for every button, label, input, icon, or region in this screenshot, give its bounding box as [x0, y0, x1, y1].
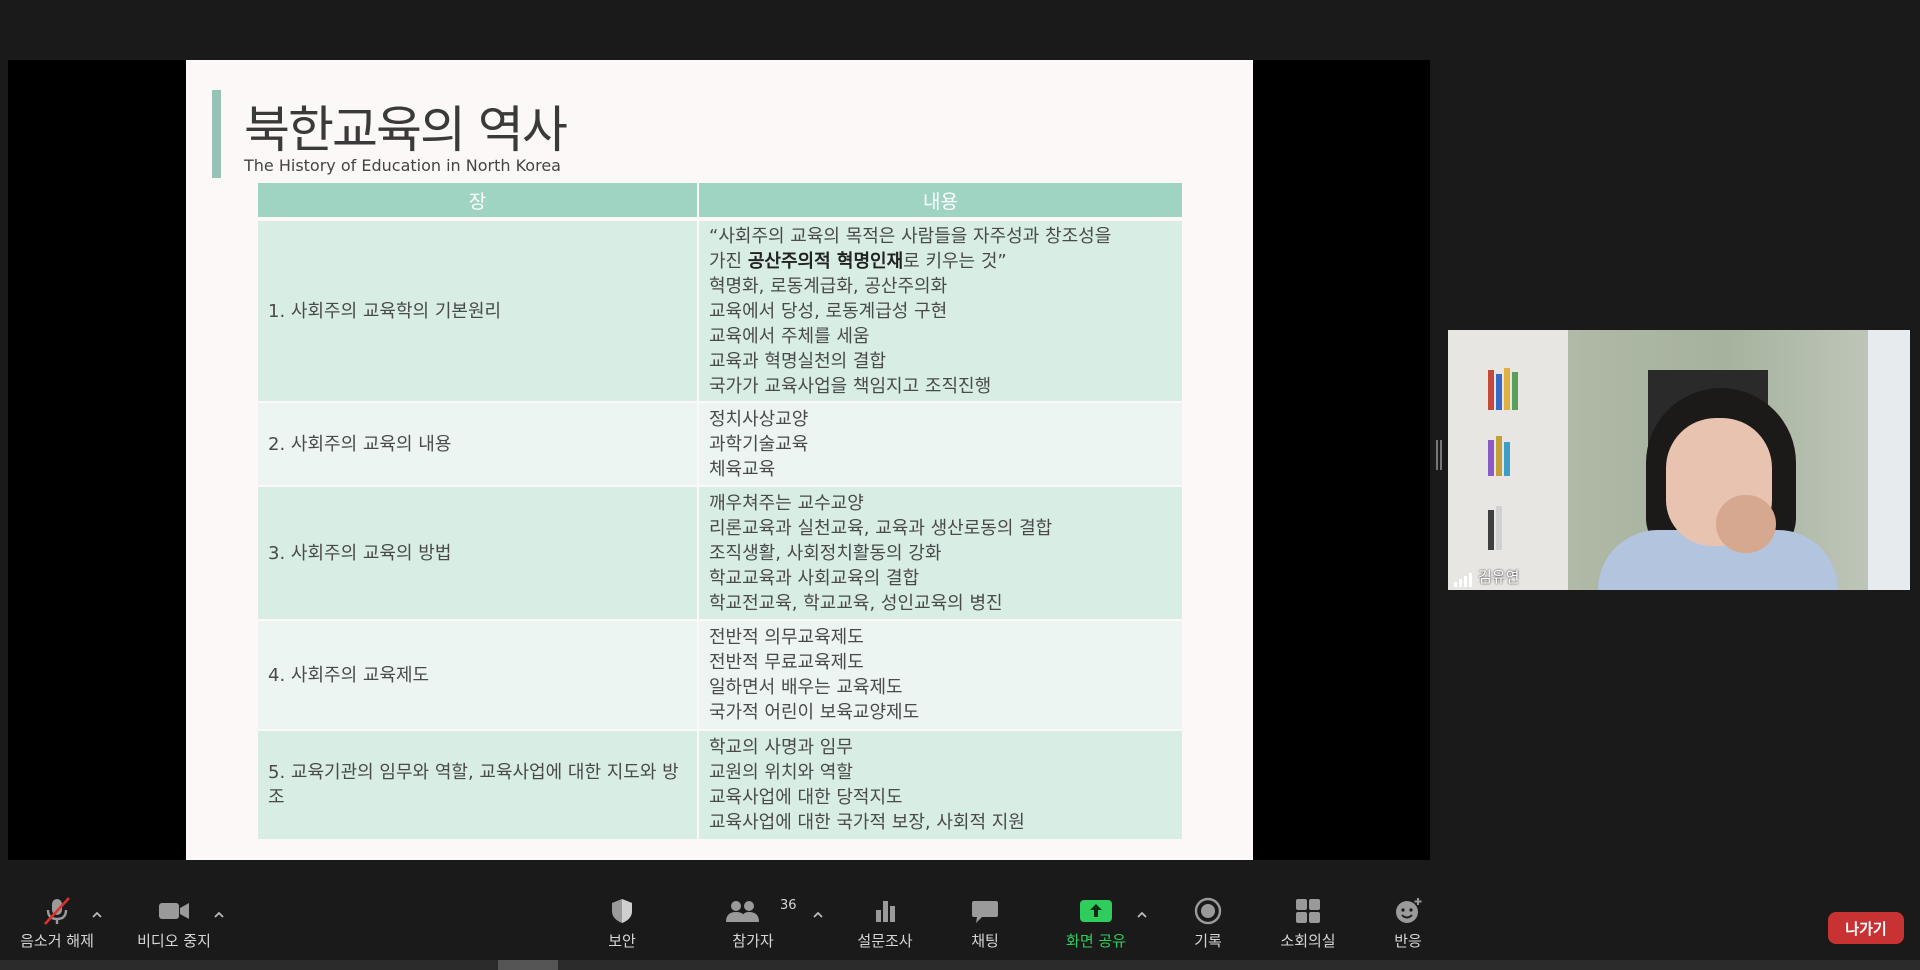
share-screen-icon: [1079, 896, 1113, 926]
participant-name: 김유연: [1478, 568, 1520, 586]
content-line: 국가가 교육사업을 책임지고 조직진행: [709, 375, 992, 397]
content-line: 정치사상교양: [709, 408, 809, 430]
participants-button[interactable]: 36 참가자: [703, 896, 803, 951]
chat-button[interactable]: 채팅: [935, 896, 1035, 951]
content-line: “사회주의 교육의 목적은 사람들을 자주성과 창조성을: [709, 225, 1112, 247]
reactions-label: 반응: [1394, 932, 1422, 950]
participants-options-caret-icon[interactable]: [811, 908, 825, 922]
zoom-meeting-window: 북한교육의 역사 The History of Education in Nor…: [0, 0, 1920, 970]
video-window: [1868, 330, 1910, 590]
video-bookshelf: [1448, 330, 1568, 590]
contents-cell: 깨우쳐주는 교수교양 리론교육과 실천교육, 교육과 생산로동의 결합 조직생활…: [699, 487, 1182, 621]
slide-title: 북한교육의 역사: [244, 101, 568, 159]
header-contents: 내용: [699, 183, 1182, 221]
record-button[interactable]: 기록: [1158, 896, 1258, 951]
bar-chart-icon: [870, 896, 900, 926]
unmute-label: 음소거 해제: [20, 932, 94, 950]
table-row: 4. 사회주의 교육제도 전반적 의무교육제도 전반적 무료교육제도 일하면서 …: [258, 621, 1182, 731]
content-line: 교육사업에 대한 당적지도: [709, 787, 903, 808]
presentation-slide: 북한교육의 역사 The History of Education in Nor…: [186, 60, 1253, 860]
signal-strength-icon: [1454, 571, 1472, 587]
stop-video-label: 비디오 중지: [137, 932, 211, 950]
meeting-toolbar: 음소거 해제 비디오 중지 보안 36 참가자 설문조사 채팅 화면 공유 기록…: [0, 862, 1920, 970]
bottom-scrollbar-thumb[interactable]: [498, 960, 558, 970]
breakout-rooms-button[interactable]: 소회의실: [1258, 896, 1358, 951]
smiley-plus-icon: [1393, 896, 1423, 926]
content-line: 교육에서 주체를 세움: [709, 325, 870, 347]
bottom-scrollbar-track: [0, 960, 1920, 970]
content-line: 가진 공산주의적 혁명인재로 키우는 것”: [709, 249, 1182, 274]
table-row: 2. 사회주의 교육의 내용 정치사상교양 과학기술교육 체육교육: [258, 403, 1182, 487]
shared-screen-area: 북한교육의 역사 The History of Education in Nor…: [8, 60, 1430, 860]
contents-cell: 정치사상교양 과학기술교육 체육교육: [699, 403, 1182, 487]
reactions-button[interactable]: 반응: [1358, 896, 1458, 951]
content-line: 교육사업에 대한 국가적 보장, 사회적 지원: [709, 812, 1025, 833]
table-header-row: 장 내용: [258, 183, 1182, 221]
slide-subtitle: The History of Education in North Korea: [244, 156, 561, 175]
chapter-cell: 2. 사회주의 교육의 내용: [258, 403, 699, 487]
content-line: 학교전교육, 학교교육, 성인교육의 병진: [709, 592, 1003, 614]
breakout-rooms-label: 소회의실: [1280, 932, 1336, 950]
content-line: 혁명화, 로동계급화, 공산주의화: [709, 275, 948, 297]
chapter-cell: 5. 교육기관의 임무와 역할, 교육사업에 대한 지도와 방조: [258, 731, 699, 841]
shield-icon: [607, 896, 637, 926]
content-line: 교육과 혁명실천의 결합: [709, 350, 887, 372]
share-options-caret-icon[interactable]: [1135, 908, 1149, 922]
unmute-button[interactable]: 음소거 해제: [7, 896, 107, 951]
content-line: 교원의 위치와 역할: [709, 762, 853, 783]
record-icon: [1193, 896, 1223, 926]
table-row: 1. 사회주의 교육학의 기본원리 “사회주의 교육의 목적은 사람들을 자주성…: [258, 221, 1182, 403]
share-screen-button[interactable]: 화면 공유: [1046, 896, 1146, 951]
polls-button[interactable]: 설문조사: [835, 896, 935, 951]
participants-count: 36: [780, 898, 797, 913]
content-bold-phrase: 공산주의적 혁명인재: [747, 250, 904, 272]
leave-button[interactable]: 나가기: [1828, 912, 1904, 944]
security-label: 보안: [608, 932, 636, 950]
content-line: 리론교육과 실천교육, 교육과 생산로동의 결합: [709, 517, 1053, 539]
table-row: 5. 교육기관의 임무와 역할, 교육사업에 대한 지도와 방조 학교의 사명과…: [258, 731, 1182, 841]
contents-cell: 전반적 의무교육제도 전반적 무료교육제도 일하면서 배우는 교육제도 국가적 …: [699, 621, 1182, 731]
content-line: 깨우쳐주는 교수교양: [709, 492, 864, 514]
split-view-drag-handle[interactable]: [1436, 440, 1442, 470]
chat-label: 채팅: [971, 932, 999, 950]
content-line: 학교교육과 사회교육의 결합: [709, 567, 920, 589]
share-screen-label: 화면 공유: [1066, 932, 1126, 950]
security-button[interactable]: 보안: [572, 896, 672, 951]
record-label: 기록: [1194, 932, 1222, 950]
content-line-end: 로 키우는 것”: [903, 250, 1007, 272]
video-person-hand: [1716, 495, 1776, 553]
content-line: 과학기술교육: [709, 433, 809, 455]
stop-video-button[interactable]: 비디오 중지: [124, 896, 224, 951]
content-line: 전반적 의무교육제도: [709, 627, 864, 648]
participant-video-tile[interactable]: 김유연: [1448, 330, 1910, 590]
video-camera-icon: [157, 896, 191, 926]
polls-label: 설문조사: [857, 932, 913, 950]
content-line-start: 가진: [709, 250, 748, 272]
chapter-cell: 3. 사회주의 교육의 방법: [258, 487, 699, 621]
chat-bubble-icon: [970, 896, 1000, 926]
audio-options-caret-icon[interactable]: [90, 908, 104, 922]
chapter-cell: 1. 사회주의 교육학의 기본원리: [258, 221, 699, 403]
participants-icon: 36: [708, 896, 798, 926]
content-line: 학교의 사명과 임무: [709, 737, 853, 758]
table-row: 3. 사회주의 교육의 방법 깨우쳐주는 교수교양 리론교육과 실천교육, 교육…: [258, 487, 1182, 621]
participant-name-row: 김유연: [1454, 566, 1519, 587]
header-chapter: 장: [258, 183, 699, 221]
content-line: 조직생활, 사회정치활동의 강화: [709, 542, 942, 564]
content-line: 교육에서 당성, 로동계급성 구현: [709, 300, 948, 322]
muted-microphone-icon: [40, 896, 74, 926]
participants-label: 참가자: [732, 932, 774, 950]
content-line: 국가적 어린이 보육교양제도: [709, 702, 920, 723]
contents-cell: 학교의 사명과 임무 교원의 위치와 역할 교육사업에 대한 당적지도 교육사업…: [699, 731, 1182, 841]
content-line: 체육교육: [709, 458, 776, 480]
contents-cell: “사회주의 교육의 목적은 사람들을 자주성과 창조성을 가진 공산주의적 혁명…: [699, 221, 1182, 403]
title-accent-bar: [212, 90, 221, 178]
content-line: 전반적 무료교육제도: [709, 652, 864, 673]
breakout-rooms-icon: [1293, 896, 1323, 926]
education-history-table: 장 내용 1. 사회주의 교육학의 기본원리 “사회주의 교육의 목적은 사람들…: [258, 183, 1182, 841]
video-options-caret-icon[interactable]: [212, 908, 226, 922]
content-line: 일하면서 배우는 교육제도: [709, 677, 903, 698]
chapter-cell: 4. 사회주의 교육제도: [258, 621, 699, 731]
